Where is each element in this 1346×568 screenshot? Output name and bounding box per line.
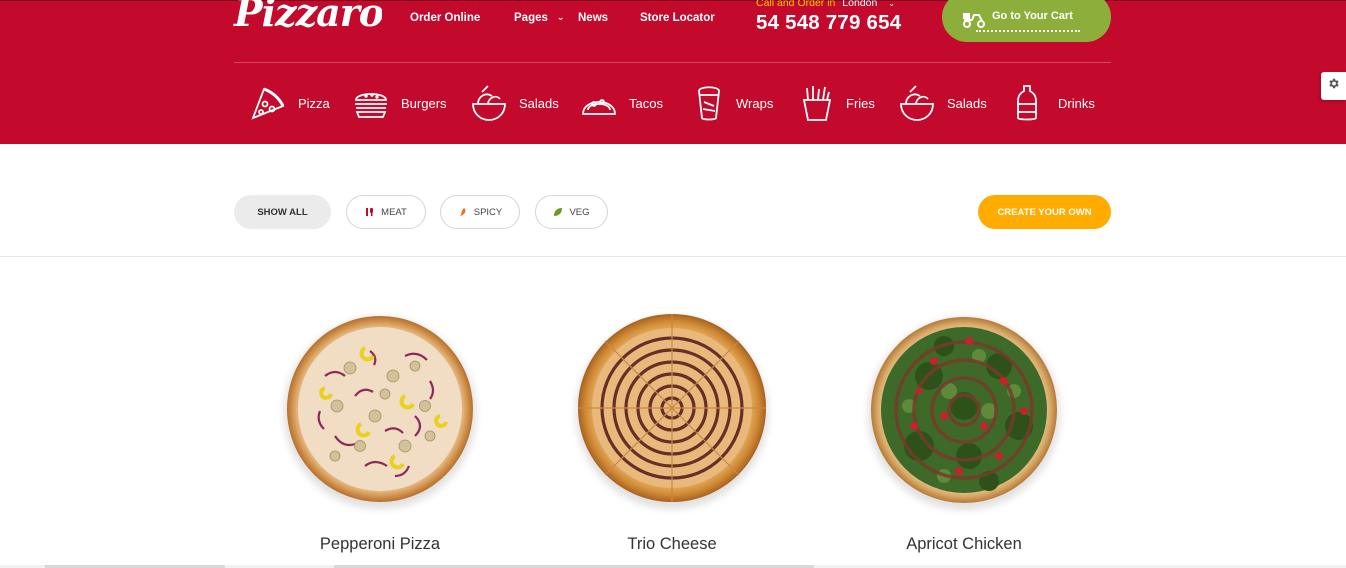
gear-icon [1327,77,1340,95]
filter-label: MEAT [381,206,407,218]
trio-cheese-pizza-image[interactable] [557,296,787,526]
category-label: Salads [519,96,559,111]
site-header: Pizzaro Order Online Pages ⌄ News Store L… [0,0,1346,144]
create-your-own-button[interactable]: CREATE YOUR OWN [978,195,1111,229]
filter-label: SPICY [473,206,503,218]
nav-news[interactable]: News [578,12,608,24]
filter-show-all[interactable]: SHOW ALL [234,195,331,229]
nav-order-online[interactable]: Order Online [410,12,480,24]
chevron-down-icon: ⌄ [556,12,565,22]
header-top-border [0,0,1346,1]
category-salads[interactable]: Salads [470,84,560,122]
chili-icon [458,207,468,217]
product-name[interactable]: Pepperoni Pizza [265,535,495,554]
cart-underline [976,30,1080,32]
category-label: Tacos [629,96,663,111]
category-tacos[interactable]: Tacos [580,84,665,122]
category-drinks[interactable]: Drinks [1008,84,1098,122]
category-label: Wraps [736,96,774,111]
go-to-cart-button[interactable]: Go to Your Cart [942,0,1111,42]
city-selector[interactable]: London [842,0,877,9]
category-label: Drinks [1058,96,1095,111]
category-burgers[interactable]: Burgers [352,84,447,122]
meat-icon [365,207,375,217]
category-pizza[interactable]: Pizza [250,84,330,122]
filter-spicy[interactable]: SPICY [440,195,520,229]
filter-veg[interactable]: VEG [535,195,608,229]
svg-text:Pizzaro: Pizzaro [233,0,382,35]
category-wraps[interactable]: Wraps [690,84,775,122]
pizzaro-logo[interactable]: Pizzaro [232,0,385,36]
product-name[interactable]: Trio Cheese [557,535,787,554]
category-fries[interactable]: Fries [798,84,878,122]
chevron-down-icon[interactable]: ⌄ [888,0,895,8]
filter-bar: SHOW ALL MEAT SPICY VEG CREATE YOUR OWN [0,144,1346,257]
category-label: Burgers [401,96,447,111]
cart-label: Go to Your Cart [992,10,1073,22]
nav-store-locator[interactable]: Store Locator [640,12,715,24]
product-name[interactable]: Apricot Chicken [849,535,1079,554]
leaf-icon [553,207,563,217]
nav-pages[interactable]: Pages ⌄ [514,12,564,24]
filter-meat[interactable]: MEAT [346,195,426,229]
category-label: Salads [947,96,987,111]
filter-label: VEG [569,206,590,218]
call-label: Call and Order in [756,0,836,9]
filter-label: SHOW ALL [257,206,308,218]
call-info: Call and Order in London ⌄ [756,0,895,9]
apricot-chicken-pizza-image[interactable] [849,296,1079,526]
category-label: Pizza [298,96,330,111]
phone-number[interactable]: 54 548 779 654 [756,11,901,35]
pepperoni-pizza-image[interactable] [265,296,495,526]
header-divider [234,62,1111,63]
settings-tab[interactable] [1321,72,1346,100]
category-label: Fries [846,96,875,111]
category-salads-2[interactable]: Salads [898,84,988,122]
